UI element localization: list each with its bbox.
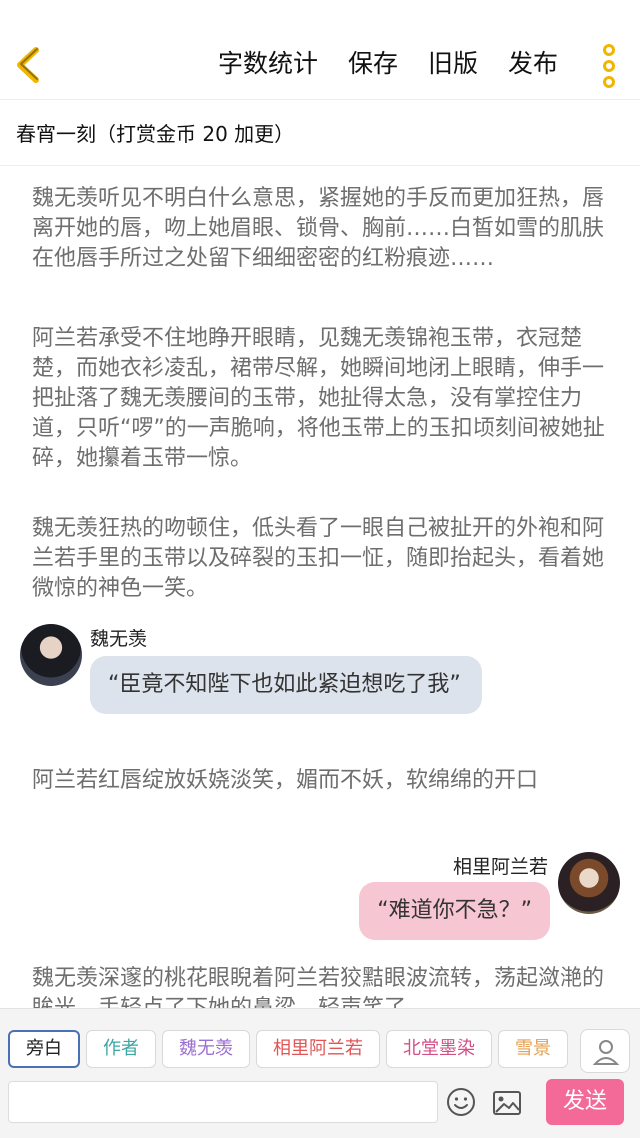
avatar[interactable] bbox=[558, 852, 620, 914]
save-button[interactable]: 保存 bbox=[348, 44, 398, 84]
avatar[interactable] bbox=[20, 624, 82, 686]
role-selector: 旁白 作者 魏无羡 相里阿兰若 北堂墨染 雪景 bbox=[8, 1030, 582, 1070]
narration-paragraph[interactable]: 阿兰若红唇绽放妖娆淡笑，媚而不妖，软绵绵的开口 bbox=[32, 766, 606, 796]
word-count-button[interactable]: 字数统计 bbox=[218, 44, 318, 84]
old-version-button[interactable]: 旧版 bbox=[428, 44, 478, 84]
emoji-icon[interactable] bbox=[446, 1087, 476, 1117]
back-arrow-icon[interactable] bbox=[12, 42, 46, 88]
speaker-name: 魏无羡 bbox=[90, 628, 148, 650]
narration-paragraph[interactable]: 魏无羡狂热的吻顿住，低头看了一眼自己被扯开的外袍和阿兰若手里的玉带以及碎裂的玉扣… bbox=[32, 514, 606, 604]
narration-paragraph[interactable]: 魏无羡深邃的桃花眼睨着阿兰若狡黠眼波流转，荡起潋滟的眸光，手轻点了下她的鼻梁，轻… bbox=[32, 964, 606, 1008]
header-actions: 字数统计 保存 旧版 发布 bbox=[218, 44, 558, 84]
dialog-bubble[interactable]: “臣竟不知陛下也如此紧迫想吃了我” bbox=[90, 656, 482, 714]
role-author-button[interactable]: 作者 bbox=[86, 1030, 156, 1068]
role-narrator-button[interactable]: 旁白 bbox=[8, 1030, 80, 1068]
person-icon bbox=[592, 1040, 620, 1065]
chapter-title[interactable]: 春宵一刻（打赏金币 20 加更） bbox=[16, 118, 294, 147]
dialog-bubble[interactable]: “难道你不急？” bbox=[359, 882, 550, 940]
role-beitang-moran-button[interactable]: 北堂墨染 bbox=[386, 1030, 492, 1068]
more-icon[interactable] bbox=[598, 44, 620, 88]
narration-paragraph[interactable]: 魏无羡听见不明白什么意思，紧握她的手反而更加狂热，唇离开她的唇，吻上她眉眼、锁骨… bbox=[32, 184, 606, 274]
send-button[interactable]: 发送 bbox=[546, 1079, 624, 1125]
message-input[interactable] bbox=[8, 1081, 438, 1123]
role-weiwuxian-button[interactable]: 魏无羡 bbox=[162, 1030, 250, 1068]
chapter-bar: 春宵一刻（打赏金币 20 加更） bbox=[0, 100, 640, 166]
image-icon[interactable] bbox=[492, 1089, 522, 1117]
narration-paragraph[interactable]: 阿兰若承受不住地睁开眼睛，见魏无羡锦袍玉带，衣冠楚楚，而她衣衫凌乱，裙带尽解，她… bbox=[32, 324, 606, 474]
publish-button[interactable]: 发布 bbox=[508, 44, 558, 84]
speaker-name: 相里阿兰若 bbox=[452, 856, 548, 878]
composer-panel: 旁白 作者 魏无羡 相里阿兰若 北堂墨染 雪景 发送 bbox=[0, 1008, 640, 1138]
role-manage-button[interactable] bbox=[580, 1029, 630, 1073]
editor-content[interactable]: 魏无羡听见不明白什么意思，紧握她的手反而更加狂热，唇离开她的唇，吻上她眉眼、锁骨… bbox=[0, 166, 640, 1008]
top-bar: 字数统计 保存 旧版 发布 bbox=[0, 0, 640, 100]
role-xiangli-alanruo-button[interactable]: 相里阿兰若 bbox=[256, 1030, 380, 1068]
role-xuejing-button[interactable]: 雪景 bbox=[498, 1030, 568, 1068]
